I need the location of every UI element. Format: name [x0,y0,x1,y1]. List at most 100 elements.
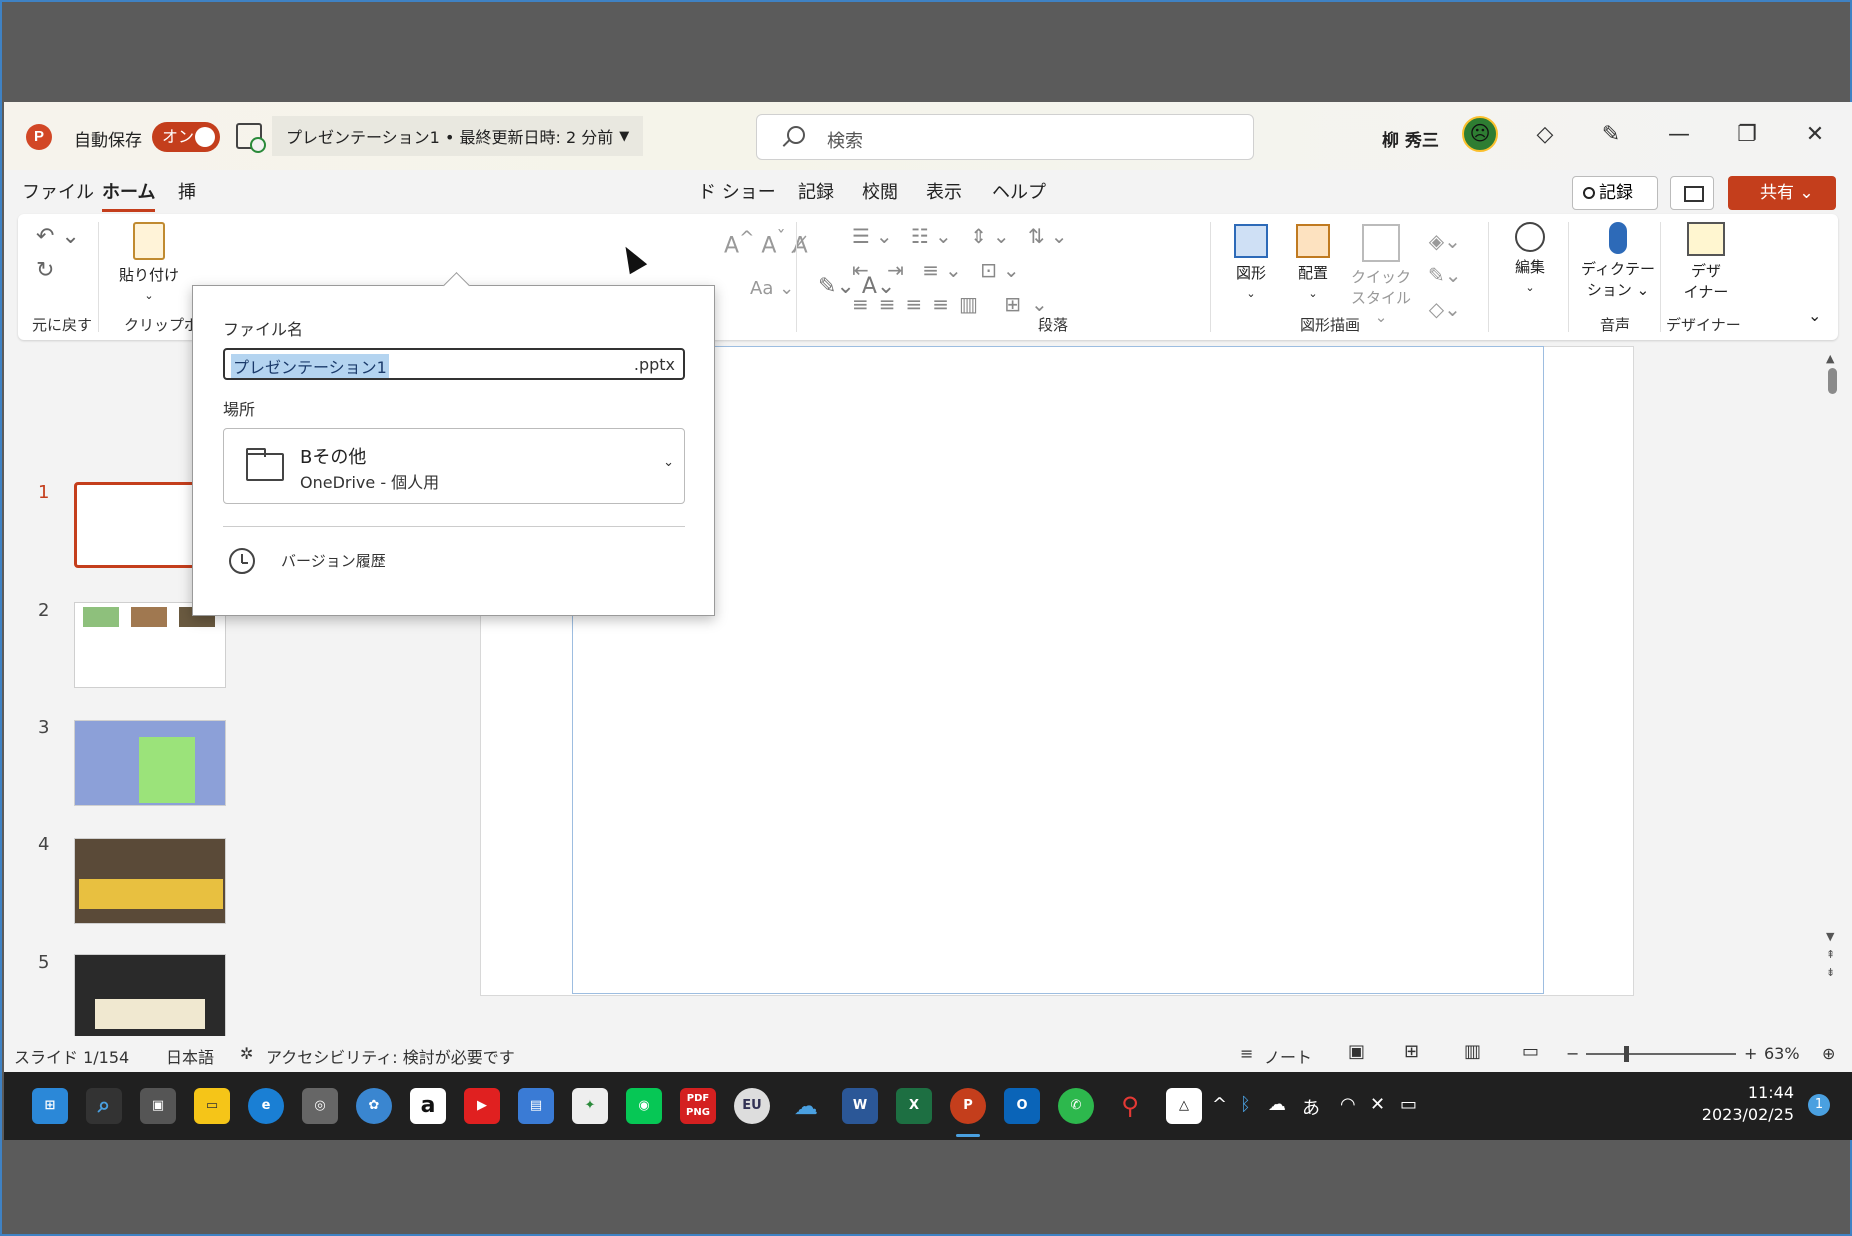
tab-home[interactable]: ホーム [102,178,156,212]
word-icon[interactable]: W [842,1088,878,1124]
zoom-in-icon[interactable]: + [1744,1044,1757,1063]
slide-thumbnail-5[interactable] [74,954,226,1040]
record-button[interactable]: 記録 [1572,176,1658,210]
paint-icon[interactable]: ✿ [356,1088,392,1124]
separator [98,222,99,332]
shape-fill-icon[interactable]: ◈⌄ ✎⌄ ◇⌄ [1428,224,1462,326]
arrange-label: 配置 [1297,264,1328,282]
tray-expand-icon[interactable]: ^ [1212,1094,1227,1115]
start-icon[interactable]: ⊞ [32,1088,68,1124]
fit-slide-icon[interactable]: ⊕ [1822,1044,1835,1063]
change-case-button[interactable]: Aa ⌄ [750,278,794,299]
user-name[interactable]: 柳 秀三 [1382,126,1439,151]
tab-file[interactable]: ファイル [22,178,94,204]
shapes-button[interactable]: 図形 ⌄ [1226,224,1276,301]
designer-button[interactable]: デザ イナー [1668,222,1744,302]
slide-canvas[interactable] [572,346,1544,994]
language[interactable]: 日本語 [166,1044,214,1068]
restore-icon[interactable]: ❐ [1732,120,1762,150]
filename-value: プレゼンテーション1 [231,354,389,378]
battery-icon[interactable]: ▭ [1400,1094,1417,1115]
zoom-level[interactable]: 63% [1764,1044,1800,1063]
accessibility-status[interactable]: アクセシビリティ: 検討が必要です [266,1044,515,1068]
zoom-out-icon[interactable]: − [1566,1044,1579,1063]
location-dropdown[interactable]: Bその他 OneDrive - 個人用 ⌄ [223,428,685,504]
edge-icon[interactable]: e [248,1088,284,1124]
ime-indicator[interactable]: あ [1302,1094,1320,1120]
search-box[interactable]: 検索 [756,114,1254,160]
tab-view[interactable]: 表示 [926,178,962,204]
tab-help[interactable]: ヘルプ [992,178,1046,204]
notification-badge[interactable]: 1 [1808,1094,1830,1116]
volume-mute-icon[interactable]: ✕ [1370,1094,1385,1115]
cloud-icon[interactable]: ☁ [1268,1094,1286,1115]
save-sync-icon[interactable] [236,123,266,153]
separator [1568,222,1569,332]
tab-review[interactable]: 校閲 [862,178,898,204]
scroll-up-icon[interactable]: ▲ [1826,352,1834,365]
tab-record[interactable]: 記録 [798,178,834,204]
powerpoint-logo-icon: P [26,124,52,150]
phone-icon[interactable]: ✆ [1058,1088,1094,1124]
indent-icon[interactable]: ⇤ ⇥ ≡⌄ ⊡⌄ [852,258,1026,282]
diamond-icon[interactable]: ◇ [1530,120,1560,150]
zoom-slider-thumb[interactable] [1624,1046,1629,1062]
photos-icon[interactable]: ▤ [518,1088,554,1124]
slide-thumbnail-4[interactable] [74,838,226,924]
slide-thumbnail-3[interactable] [74,720,226,806]
dictate-button[interactable]: ディクテー ション ⌄ [1578,222,1658,300]
app-icon[interactable]: ◎ [302,1088,338,1124]
powerpoint-icon[interactable]: P [950,1088,986,1124]
paste-button[interactable]: 貼り付け ⌄ [118,222,180,303]
minimize-icon[interactable]: — [1664,120,1694,150]
normal-view-icon[interactable]: ▣ [1348,1041,1365,1062]
filename-input[interactable]: プレゼンテーション1 .pptx [223,348,685,380]
bullets-icon[interactable]: ☰⌄ ☷⌄ ⇕⌄ ⇅⌄ [852,224,1073,248]
tab-insert[interactable]: 挿 [178,178,196,204]
pdf-png-icon[interactable]: PDF PNG [680,1088,716,1124]
scroll-nav-icon[interactable]: ▼ ⇞ ⇟ [1826,928,1835,982]
line-icon[interactable]: ◉ [626,1088,662,1124]
align-icon[interactable]: ≡≡≡≡▥ ⊞⌄ [852,292,1058,316]
youtube-icon[interactable]: ▶ [464,1088,500,1124]
redo-icon[interactable]: ↻ [36,258,54,283]
version-history-link[interactable]: バージョン履歴 [281,550,386,571]
wifi-icon[interactable]: ◠ [1340,1094,1356,1115]
slide-sorter-icon[interactable]: ⊞ [1404,1041,1419,1062]
close-icon[interactable]: ✕ [1800,120,1830,150]
file-explorer-icon[interactable]: ▭ [194,1088,230,1124]
amazon-icon[interactable]: a [410,1088,446,1124]
notes-button[interactable]: ノート [1264,1044,1312,1068]
quick-styles-button[interactable]: クイック スタイル ⌄ [1346,224,1416,326]
maps-icon[interactable]: ⚲ [1112,1088,1148,1124]
excel-icon[interactable]: X [896,1088,932,1124]
share-button[interactable]: 共有 ⌄ [1728,176,1836,210]
document-title-button[interactable]: プレゼンテーション1 • 最終更新日時: 2 分前 ▼ [272,116,644,156]
onedrive-icon[interactable]: ☁ [788,1088,824,1124]
vertical-scrollbar[interactable]: ▲ ▼ ⇞ ⇟ [1826,352,1838,992]
outlook-icon[interactable]: O [1004,1088,1040,1124]
pen-icon[interactable]: ✎ [1596,120,1626,150]
slideshow-icon[interactable]: ▭ [1522,1041,1539,1062]
scrollbar-thumb[interactable] [1828,368,1837,394]
shapes-icon [1234,224,1268,258]
app-icon[interactable]: ✦ [572,1088,608,1124]
reading-view-icon[interactable]: ▥ [1464,1041,1481,1062]
app-icon[interactable]: △ [1166,1088,1202,1124]
zoom-slider[interactable] [1586,1046,1736,1062]
comments-button[interactable] [1670,176,1714,210]
autosave-toggle[interactable]: オン [152,122,220,152]
bluetooth-icon[interactable]: ᛒ [1240,1094,1251,1115]
active-app-indicator [956,1134,980,1137]
undo-icon[interactable]: ↶ ⌄ [36,224,80,249]
tab-slideshow[interactable]: ド ショー [698,178,776,204]
pdf-label-2: PNG [686,1107,710,1118]
eu-icon[interactable]: EU [734,1088,770,1124]
edit-button[interactable]: 編集 ⌄ [1502,222,1558,295]
arrange-button[interactable]: 配置 ⌄ [1288,224,1338,301]
avatar[interactable]: ☹ [1462,116,1498,152]
clock[interactable]: 11:44 2023/02/25 [1702,1082,1794,1126]
ribbon-collapse-icon[interactable]: ⌄ [1808,306,1821,325]
task-view-icon[interactable]: ▣ [140,1088,176,1124]
search-icon[interactable]: ⌕ [86,1088,122,1124]
